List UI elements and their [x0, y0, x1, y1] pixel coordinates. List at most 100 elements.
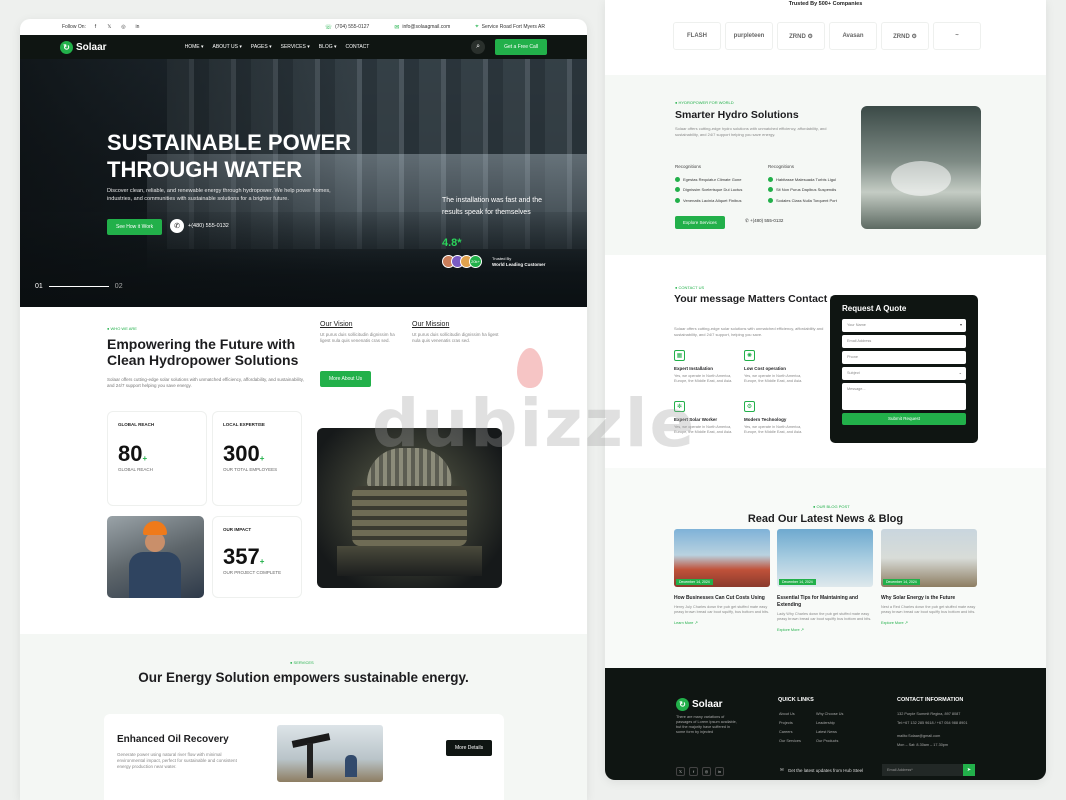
footer-link[interactable]: Projects	[779, 721, 793, 725]
avatar-count: 20k+	[469, 255, 482, 268]
service-card: Enhanced Oil Recovery Generate power usi…	[104, 714, 504, 800]
testimonial-quote: The installation was fast and the result…	[442, 197, 543, 216]
hero-phone[interactable]: ✆ +(480) 555-0132	[170, 219, 229, 233]
brand-logo: purpleteen	[725, 22, 773, 50]
feature-text: Yes, we operate in North America, Europe…	[744, 425, 803, 434]
footer-email[interactable]: mailto:Solaar@gmail.com	[897, 734, 940, 738]
footer-logo-text: Solaar	[692, 699, 723, 710]
blog-title: Read Our Latest News & Blog	[747, 513, 904, 525]
footer-link[interactable]: About Us	[779, 712, 795, 716]
brand-logo: Avasan	[829, 22, 877, 50]
footer-phone[interactable]: Tel:+67 132 285 9618 / +67 054 988 8901	[897, 721, 977, 726]
vision-title[interactable]: Our Vision	[320, 321, 405, 328]
newsletter-email-input[interactable]: Email Address* ➤	[882, 764, 975, 776]
search-icon[interactable]: ⌕	[471, 40, 486, 54]
footer-logo[interactable]: ↻ Solaar	[676, 698, 723, 711]
blog-date: December 14, 2024	[676, 579, 713, 585]
slide-next[interactable]: 02	[115, 283, 123, 290]
check-icon	[768, 177, 773, 182]
name-input[interactable]: Your Name ▾	[842, 319, 966, 332]
quote-form: Request A Quote Your Name ▾ Email Address…	[830, 295, 978, 443]
blog-read-more[interactable]: Learn More ↗	[674, 620, 770, 625]
nav-pages[interactable]: PAGES ▾	[251, 44, 272, 50]
footer-link[interactable]: Careers	[779, 730, 793, 734]
blog-image: December 14, 2024	[881, 529, 977, 587]
email-input[interactable]: Email Address	[842, 335, 966, 348]
technology-icon: ⚙	[744, 401, 755, 412]
blog-post-text: Nest a Red Charles down the pub get stuf…	[881, 605, 976, 614]
blog-post[interactable]: December 14, 2024 How Businesses Can Cut…	[674, 529, 770, 625]
x-icon[interactable]: 𝕏	[676, 767, 685, 776]
nav-home[interactable]: HOME ▾	[185, 44, 204, 50]
brand-logo: FLASH	[673, 22, 721, 50]
hydro-phone-number: +(480) 555-0132	[750, 218, 784, 223]
hydro-phone[interactable]: ✆ +(480) 555-0132	[745, 218, 783, 224]
about-tag: ● WHO WE ARE	[107, 326, 137, 331]
facebook-icon[interactable]: f	[689, 767, 698, 776]
nav-blog[interactable]: BLOG ▾	[319, 44, 337, 50]
phone-input[interactable]: Phone	[842, 351, 966, 364]
hero-title: SUSTAINABLE POWER THROUGH WATER	[107, 130, 352, 182]
check-item: Sit Non Purus Dapibus Suspendis	[768, 187, 836, 192]
more-about-button[interactable]: More About Us	[320, 371, 372, 387]
facebook-icon[interactable]: f	[91, 23, 100, 32]
blog-date: December 14, 2024	[779, 579, 816, 585]
footer-text: There are many variations of passages of…	[676, 715, 737, 734]
footer-address: 132 Purple Summit Regina, 897 8087	[897, 712, 961, 716]
service-text: Generate power using natural river flow …	[117, 752, 237, 769]
x-icon[interactable]: 𝕏	[105, 23, 114, 32]
subject-select[interactable]: Subject ⌄	[842, 367, 966, 380]
free-call-button[interactable]: Get a Free Call	[495, 39, 547, 55]
blog-read-more[interactable]: Explore More ↗	[777, 627, 873, 632]
topbar-email[interactable]: ✉ info@solaagmail.com	[394, 24, 450, 31]
mission-title[interactable]: Our Mission	[412, 321, 502, 328]
footer-link[interactable]: Our Products	[816, 739, 838, 743]
send-icon[interactable]: ➤	[963, 764, 975, 776]
blog-post-title[interactable]: Why Solar Energy is the Future	[881, 595, 977, 602]
check-icon	[675, 177, 680, 182]
feature-title: Expert Installation	[674, 366, 714, 371]
hydro-plant-image	[861, 106, 981, 229]
contact-info-title: CONTACT INFORMATION	[897, 697, 964, 703]
footer-link[interactable]: Leadership	[816, 721, 835, 725]
logo[interactable]: ↻ Solaar	[60, 40, 107, 54]
blog-post-title[interactable]: Essential Tips for Maintaining and Exten…	[777, 595, 873, 609]
check-label: Sit Non Purus Dapibus Suspendis	[776, 187, 837, 192]
footer-hours: Mon – Sat: 8.30am – 17.30pm	[897, 743, 949, 747]
trusted-label: Trusted By	[492, 256, 512, 261]
stat-our-impact: OUR IMPACT 357+ OUR PROJECT COMPLETE	[212, 516, 302, 598]
submit-request-button[interactable]: Submit Request	[842, 413, 966, 425]
stat-value: 80	[118, 441, 143, 466]
blog-post[interactable]: December 14, 2024 Why Solar Energy is th…	[881, 529, 977, 625]
footer-link[interactable]: Latest News	[816, 730, 837, 734]
check-icon	[768, 198, 773, 203]
solar-worker-icon: ✻	[674, 401, 685, 412]
footer-link[interactable]: Our Services	[779, 739, 801, 743]
worker-helmet	[143, 521, 167, 535]
blog-read-more[interactable]: Explore More ↗	[881, 620, 977, 625]
instagram-icon[interactable]: ◎	[119, 23, 128, 32]
footer-link[interactable]: Why Choose Us	[816, 712, 843, 716]
avatar-group: 20k+	[442, 255, 482, 268]
feature-text: Yes, we operate in North America, Europe…	[744, 374, 803, 383]
linkedin-icon[interactable]: in	[133, 23, 142, 32]
water-spray	[891, 161, 951, 196]
blog-post[interactable]: December 14, 2024 Essential Tips for Mai…	[777, 529, 873, 632]
nav-about[interactable]: ABOUT US ▾	[212, 44, 241, 50]
see-how-button[interactable]: See How it Work	[107, 219, 163, 235]
message-textarea[interactable]: Message...	[842, 383, 966, 410]
trusted-customer: World Leading Customer	[492, 262, 546, 267]
linkedin-icon[interactable]: in	[715, 767, 724, 776]
nav-contact[interactable]: CONTACT	[346, 44, 370, 50]
feature-text: Yes, we operate in North America, Europe…	[674, 374, 733, 383]
blog-image: December 14, 2024	[674, 529, 770, 587]
nav-services[interactable]: SERVICES ▾	[281, 44, 310, 50]
check-label: Venenatis Lacinia Aliquet Finibus	[683, 198, 742, 203]
slide-current[interactable]: 01	[35, 283, 43, 290]
quote-form-title: Request A Quote	[842, 304, 907, 313]
instagram-icon[interactable]: ◎	[702, 767, 711, 776]
topbar-phone[interactable]: ☏ (704) 555-0127	[325, 24, 370, 31]
explore-services-button[interactable]: Explore Services	[675, 216, 725, 229]
blog-post-title[interactable]: How Businesses Can Cut Costs Using	[674, 595, 770, 602]
more-details-button[interactable]: More Details	[446, 740, 493, 756]
